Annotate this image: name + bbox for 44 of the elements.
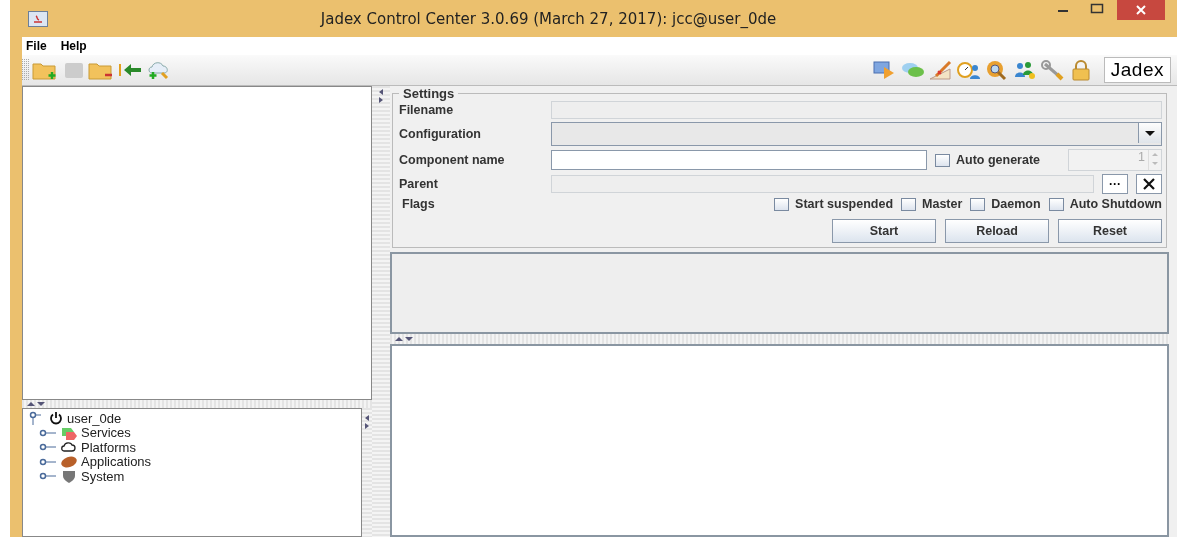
flag-checkbox[interactable]: Master [901, 197, 963, 211]
clear-button[interactable] [1136, 174, 1162, 194]
tree-item[interactable]: Applications [81, 454, 152, 470]
auto-generate-checkbox[interactable]: Auto generate [935, 153, 1041, 167]
menu-item[interactable]: Help [60, 39, 87, 53]
stopwatch-user-icon[interactable] [955, 59, 982, 81]
close-icon[interactable] [1117, 0, 1165, 20]
action-button[interactable]: Reset [1058, 219, 1162, 243]
split-arrows-icon[interactable] [26, 401, 46, 407]
group-title: Settings [402, 86, 456, 101]
menu-item[interactable]: File [26, 39, 47, 53]
field-label: Flags [401, 197, 436, 211]
bean-icon [60, 454, 78, 469]
tree-item[interactable]: user_0de [67, 410, 122, 426]
cloud-icon [60, 440, 78, 455]
field-label: Parent [399, 177, 439, 191]
field-label: Component name [399, 153, 506, 167]
shield-icon [60, 469, 78, 484]
component-name-field[interactable] [551, 150, 927, 170]
tree-item[interactable]: Services [81, 425, 131, 441]
collapse-arrows-icon[interactable] [364, 414, 370, 430]
jadex-logo: Jadex [1103, 57, 1171, 83]
tree-item[interactable]: Platforms [81, 439, 136, 455]
field-label: Configuration [399, 127, 482, 141]
flag-checkbox[interactable]: Start suspended [774, 197, 894, 211]
flag-checkbox[interactable]: Auto Shutdown [1048, 197, 1162, 211]
services-icon [60, 425, 78, 440]
action-button[interactable]: Reload [945, 219, 1049, 243]
browse-button[interactable]: ··· [1102, 174, 1128, 194]
filename-field[interactable] [551, 101, 1162, 119]
collapse-arrows-icon[interactable] [378, 88, 384, 104]
tree-item[interactable]: System [81, 468, 125, 484]
parent-field[interactable] [551, 175, 1094, 193]
wrench-icon[interactable] [1039, 59, 1066, 81]
split-arrows-icon[interactable] [394, 336, 414, 342]
power-icon [49, 411, 63, 426]
toolbar-grip-icon [22, 59, 30, 81]
field-label: Filename [399, 103, 455, 117]
flag-checkbox[interactable]: Daemon [970, 197, 1041, 211]
action-button[interactable]: Start [832, 219, 936, 243]
pencil-chart-icon[interactable] [927, 59, 954, 81]
close-icon [1143, 178, 1155, 190]
java-app-icon [28, 10, 48, 27]
window-title: Jadex Control Center 3.0.69 (March 27, 2017): jcc@user_0de [319, 9, 778, 28]
